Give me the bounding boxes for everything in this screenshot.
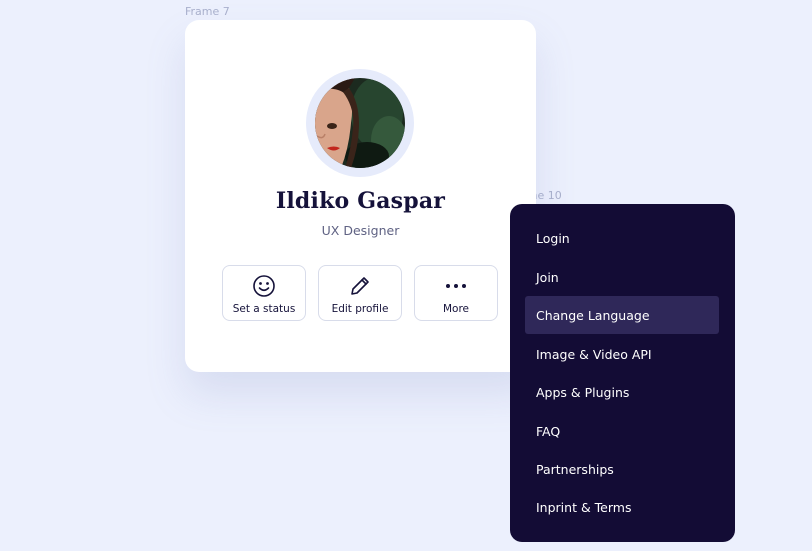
profile-role: UX Designer (321, 223, 400, 238)
edit-profile-label: Edit profile (331, 303, 389, 315)
menu-item-partnerships[interactable]: Partnerships (525, 450, 719, 488)
menu-item-change-language[interactable]: Change Language (525, 296, 719, 334)
frame-label-profile: Frame 7 (185, 5, 230, 18)
menu-item-inprint-terms[interactable]: Inprint & Terms (525, 488, 719, 526)
more-label: More (442, 303, 470, 315)
edit-profile-button[interactable]: Edit profile (318, 265, 402, 321)
more-dots-icon (415, 274, 497, 298)
profile-card: Ildiko Gaspar UX Designer Set a status E… (185, 20, 536, 372)
menu-item-login[interactable]: Login (525, 219, 719, 257)
avatar (315, 78, 405, 168)
profile-name: Ildiko Gaspar (275, 188, 446, 214)
dropdown-menu: Login Join Change Language Image & Video… (510, 204, 735, 542)
more-button[interactable]: More (414, 265, 498, 321)
avatar-ring (306, 69, 414, 177)
set-status-label: Set a status (232, 303, 296, 315)
menu-item-faq[interactable]: FAQ (525, 412, 719, 450)
pencil-icon (319, 274, 401, 298)
menu-item-join[interactable]: Join (525, 258, 719, 296)
smiley-icon (223, 274, 305, 298)
set-status-button[interactable]: Set a status (222, 265, 306, 321)
menu-item-apps-plugins[interactable]: Apps & Plugins (525, 373, 719, 411)
menu-item-image-video-api[interactable]: Image & Video API (525, 335, 719, 373)
